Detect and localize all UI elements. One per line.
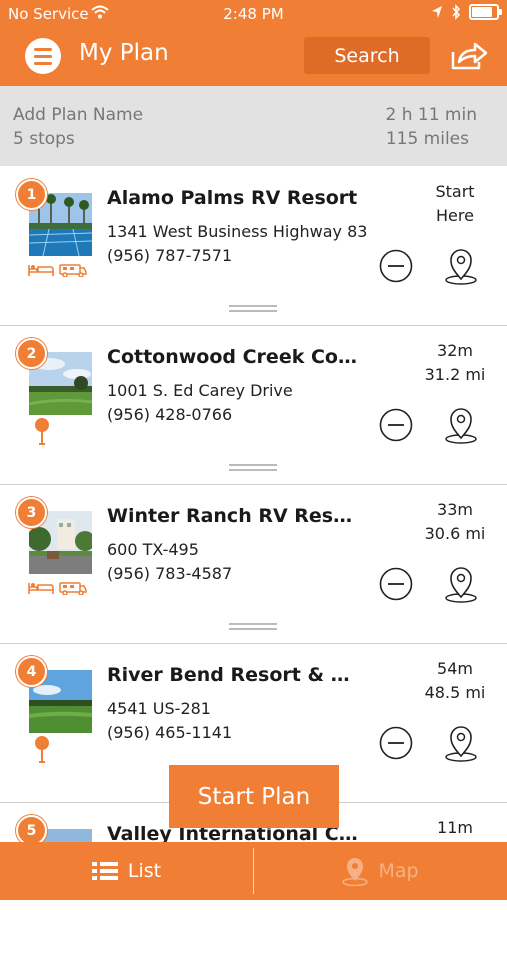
stop-card[interactable]: 1 Alamo Palms RV Resort 1341 West Busine… [0,167,507,326]
stop-leg-line1: 11m [437,818,473,837]
share-icon[interactable] [449,40,489,72]
bluetooth-icon [452,4,461,20]
stop-number-badge: 2 [16,338,47,369]
stop-leg-info: 54m 48.5 mi [405,657,505,705]
stop-phone[interactable]: (956) 465-1141 [107,723,232,742]
map-pin-icon[interactable] [444,724,478,762]
stop-address: 600 TX-495 [107,540,199,559]
stop-leg-line1: 32m [437,341,473,360]
rv-icon [59,264,87,277]
stop-name[interactable]: River Bend Resort & Golf… [107,664,363,686]
stop-phone[interactable]: (956) 428-0766 [107,405,232,424]
stop-address: 4541 US-281 [107,699,211,718]
tab-map[interactable]: Map [254,842,507,900]
remove-stop-icon[interactable] [379,567,413,601]
stops-count: 5 stops [13,129,75,149]
stop-number-badge: 4 [16,656,47,687]
stop-phone[interactable]: (956) 787-7571 [107,246,232,265]
map-pin-icon[interactable] [444,565,478,603]
search-button[interactable]: Search [304,37,430,74]
stop-number-badge: 3 [16,497,47,528]
stop-name[interactable]: Alamo Palms RV Resort [107,187,363,209]
page-title: My Plan [79,40,169,66]
stop-leg-info: Start Here [405,180,505,228]
stop-name[interactable]: Cottonwood Creek Coun… [107,346,363,368]
stop-leg-info: 33m 30.6 mi [405,498,505,546]
map-pin-icon[interactable] [444,247,478,285]
lodging-icon [28,265,54,276]
drag-handle[interactable] [229,623,277,630]
stop-name[interactable]: Winter Ranch RV Resort [107,505,363,527]
stop-leg-line2: Here [436,206,474,225]
tab-list-label: List [127,860,162,882]
stop-leg-line2: 48.5 mi [424,683,486,702]
golf-icon [35,736,49,763]
stop-phone[interactable]: (956) 783-4587 [107,564,232,583]
stop-leg-line2: 30.6 mi [424,524,486,543]
map-pin-icon[interactable] [444,406,478,444]
amenity-icons [28,581,87,595]
total-time: 2 h 11 min [385,105,478,125]
menu-button[interactable] [25,38,61,74]
stop-card[interactable]: 3 Winter Ranch RV Resort 600 TX-495 (956… [0,485,507,644]
stop-leg-line1: 54m [437,659,473,678]
golf-icon [35,418,49,445]
drag-handle[interactable] [229,305,277,312]
plan-summary: Add Plan Name 5 stops 2 h 11 min 115 mil… [0,86,507,166]
remove-stop-icon[interactable] [379,249,413,283]
stop-leg-line2: 31.2 mi [424,365,486,384]
lodging-icon [28,583,54,594]
stop-leg-line1: 33m [437,500,473,519]
status-icons [431,4,502,20]
status-bar: No Service 2:48 PM [0,0,507,28]
tab-list[interactable]: List [0,842,253,900]
location-arrow-icon [432,6,442,18]
drag-handle[interactable] [229,464,277,471]
remove-stop-icon[interactable] [379,726,413,760]
map-pin-icon [342,858,369,886]
total-distance: 115 miles [385,129,469,149]
plan-name-field[interactable]: Add Plan Name [13,105,143,125]
rv-icon [59,582,87,595]
stop-leg-info: 11m [405,816,505,840]
stop-leg-info: 32m 31.2 mi [405,339,505,387]
bottom-tab-bar: List Map [0,842,507,900]
remove-stop-icon[interactable] [379,408,413,442]
list-icon [91,862,118,880]
start-plan-button[interactable]: Start Plan [169,765,339,828]
stop-address: 1001 S. Ed Carey Drive [107,381,293,400]
amenity-icons [28,263,87,277]
tab-map-label: Map [378,860,419,882]
stop-address: 1341 West Business Highway 83 [107,222,368,241]
top-bar: No Service 2:48 PM My Plan Search [0,0,507,86]
stop-number-badge: 1 [16,179,47,210]
stop-leg-line1: Start [435,182,475,201]
battery-icon [469,4,502,20]
stop-card[interactable]: 2 Cottonwood Creek Coun… 1001 S. Ed Care… [0,326,507,485]
